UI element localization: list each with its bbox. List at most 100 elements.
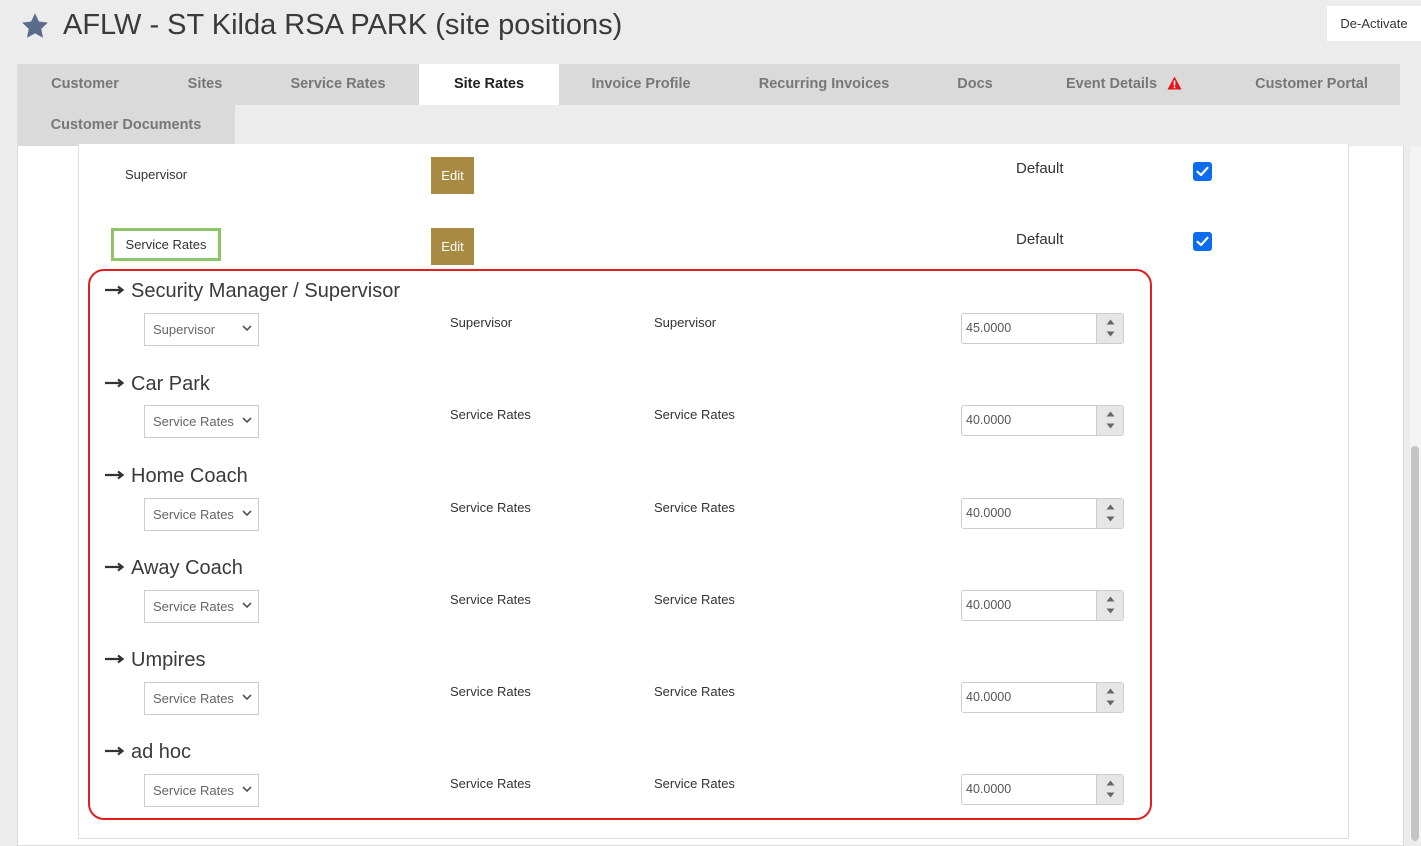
rate-select[interactable]: Service Rates: [144, 590, 259, 623]
rate-stepper[interactable]: [1096, 775, 1123, 804]
position-title-text: Home Coach: [131, 465, 248, 487]
default-label: Default: [1016, 231, 1064, 248]
default-checkbox[interactable]: [1193, 232, 1212, 251]
tab-event-details-label: Event Details: [1065, 76, 1158, 92]
rate-input-value: 40.0000: [966, 782, 1012, 796]
rate-stepper[interactable]: [1096, 499, 1123, 528]
arrow-right-icon: [105, 285, 125, 295]
position-title-text: ad hoc: [131, 741, 192, 763]
tab-customer-documents[interactable]: Customer Documents: [17, 105, 235, 146]
rate-select[interactable]: Service Rates: [144, 774, 259, 807]
tab-bar: Customer Sites Service Rates Site Rates …: [17, 64, 1400, 146]
rate-select-value: Service Rates: [153, 691, 234, 706]
page-title: AFLW - ST Kilda RSA PARK (site positions…: [63, 9, 623, 41]
rate-stepper[interactable]: [1096, 314, 1123, 343]
positions-highlight: [88, 269, 1152, 820]
arrow-right-icon: [105, 378, 125, 388]
warning-icon: [1167, 76, 1182, 90]
rate-input[interactable]: 40.0000: [961, 590, 1124, 621]
chevron-down-icon: [242, 786, 252, 793]
stepper-down-icon[interactable]: [1106, 331, 1115, 337]
rate-select-value: Service Rates: [153, 414, 234, 429]
position-cell: Service Rates: [450, 592, 531, 607]
tab-recurring-invoices[interactable]: Recurring Invoices: [723, 64, 925, 105]
position-cell: Supervisor: [654, 315, 717, 330]
arrow-right-icon: [105, 470, 125, 480]
edit-button[interactable]: Edit: [431, 228, 474, 265]
scrollbar-thumb[interactable]: [1411, 446, 1419, 841]
position-title: Car Park: [105, 373, 210, 396]
rate-stepper[interactable]: [1096, 406, 1123, 435]
rate-input[interactable]: 40.0000: [961, 498, 1124, 529]
star-icon[interactable]: [20, 11, 50, 41]
tab-customer[interactable]: Customer: [17, 64, 153, 105]
rate-select[interactable]: Supervisor: [144, 313, 259, 346]
default-checkbox[interactable]: [1193, 162, 1212, 181]
stepper-up-icon[interactable]: [1106, 688, 1115, 694]
stepper-up-icon[interactable]: [1106, 780, 1115, 786]
deactivate-button[interactable]: De-Activate: [1327, 6, 1421, 41]
rate-stepper[interactable]: [1096, 683, 1123, 712]
position-title: ad hoc: [105, 741, 191, 764]
rate-input-value: 45.0000: [966, 321, 1012, 335]
rate-select[interactable]: Service Rates: [144, 498, 259, 531]
arrow-right-icon: [105, 562, 125, 572]
tab-customer-portal[interactable]: Customer Portal: [1223, 64, 1400, 105]
position-cell: Supervisor: [450, 315, 513, 330]
arrow-right-icon: [105, 654, 125, 664]
position-title: Away Coach: [105, 557, 243, 580]
position-cell: Service Rates: [654, 500, 735, 515]
page-header: AFLW - ST Kilda RSA PARK (site positions…: [0, 0, 1421, 64]
default-label: Default: [1016, 160, 1064, 177]
rate-row-label: Supervisor: [125, 167, 188, 182]
stepper-up-icon[interactable]: [1106, 596, 1115, 602]
position-title: Umpires: [105, 649, 205, 672]
rate-input-value: 40.0000: [966, 506, 1012, 520]
position-cell: Service Rates: [450, 407, 531, 422]
stepper-down-icon[interactable]: [1106, 700, 1115, 706]
position-title-text: Car Park: [131, 373, 210, 395]
position-cell: Service Rates: [450, 684, 531, 699]
stepper-down-icon[interactable]: [1106, 516, 1115, 522]
tab-invoice-profile[interactable]: Invoice Profile: [559, 64, 723, 105]
tab-service-rates[interactable]: Service Rates: [257, 64, 419, 105]
rate-input[interactable]: 40.0000: [961, 405, 1124, 436]
tab-docs[interactable]: Docs: [925, 64, 1025, 105]
tab-site-rates[interactable]: Site Rates: [419, 64, 559, 105]
chevron-down-icon: [242, 694, 252, 701]
chevron-down-icon: [242, 325, 252, 332]
stepper-up-icon[interactable]: [1106, 504, 1115, 510]
rate-select[interactable]: Service Rates: [144, 682, 259, 715]
position-title-text: Away Coach: [131, 557, 243, 579]
rate-input[interactable]: 45.0000: [961, 313, 1124, 344]
stepper-up-icon[interactable]: [1106, 411, 1115, 417]
stepper-down-icon[interactable]: [1106, 792, 1115, 798]
rate-row-label-highlighted: Service Rates: [111, 228, 221, 261]
check-icon: [1196, 166, 1209, 177]
position-title: Home Coach: [105, 465, 248, 488]
position-title-text: Umpires: [131, 649, 206, 671]
rate-input[interactable]: 40.0000: [961, 774, 1124, 805]
stepper-down-icon[interactable]: [1106, 608, 1115, 614]
rate-input-value: 40.0000: [966, 690, 1012, 704]
chevron-down-icon: [242, 417, 252, 424]
position-cell: Service Rates: [654, 592, 735, 607]
edit-button[interactable]: Edit: [431, 157, 474, 194]
position-title-text: Security Manager / Supervisor: [131, 280, 401, 302]
stepper-up-icon[interactable]: [1106, 319, 1115, 325]
rate-input-value: 40.0000: [966, 598, 1012, 612]
rate-input-value: 40.0000: [966, 413, 1012, 427]
rate-select[interactable]: Service Rates: [144, 405, 259, 438]
rate-select-value: Supervisor: [153, 322, 216, 337]
stepper-down-icon[interactable]: [1106, 423, 1115, 429]
rate-select-value: Service Rates: [153, 507, 234, 522]
position-title: Security Manager / Supervisor: [105, 280, 400, 303]
chevron-down-icon: [242, 510, 252, 517]
rate-select-value: Service Rates: [153, 599, 234, 614]
rate-stepper[interactable]: [1096, 591, 1123, 620]
check-icon: [1196, 236, 1209, 247]
position-cell: Service Rates: [654, 684, 735, 699]
tab-event-details[interactable]: Event Details: [1025, 64, 1223, 105]
tab-sites[interactable]: Sites: [153, 64, 257, 105]
rate-input[interactable]: 40.0000: [961, 682, 1124, 713]
